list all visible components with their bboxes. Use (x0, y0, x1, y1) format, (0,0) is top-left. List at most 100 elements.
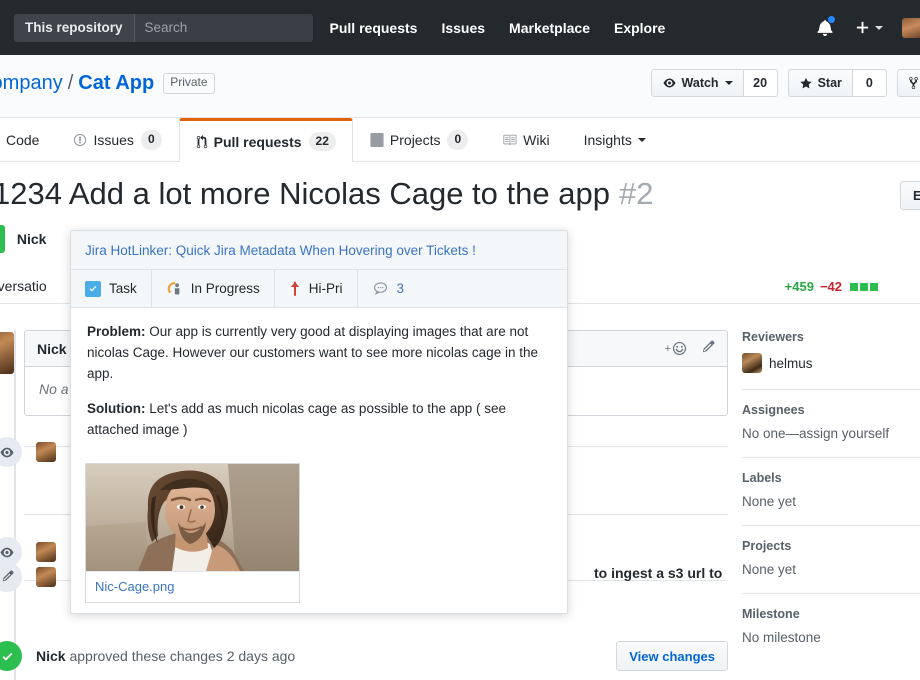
chevron-down-icon (637, 138, 646, 142)
breadcrumb-repo-name[interactable]: Cat App (78, 72, 154, 95)
search-bar[interactable]: This repository (14, 13, 313, 42)
tab-code-label: Code (6, 132, 40, 148)
tab-issues[interactable]: Issues 0 (56, 118, 178, 161)
timeline-event-partial-text: to ingest a s3 url to (594, 565, 723, 581)
timeline-event-edited (0, 561, 62, 593)
pencil-icon[interactable] (700, 340, 715, 358)
global-nav: Pull requests Issues Marketplace Explore (330, 20, 690, 36)
nav-issues[interactable]: Issues (441, 20, 485, 36)
fork-icon (908, 76, 919, 90)
popup-issue-comments: 3 (358, 270, 419, 307)
tab-code[interactable]: Code (0, 118, 56, 161)
nav-explore[interactable]: Explore (614, 20, 665, 36)
diff-blocks (850, 282, 878, 291)
popup-attachment-card[interactable]: Nic-Cage.png (85, 462, 300, 603)
notification-indicator-dot (827, 15, 836, 24)
emoji-icon[interactable]: + (665, 341, 687, 356)
create-new-button[interactable] (855, 20, 883, 35)
pull-request-author-name: Nick (16, 231, 47, 247)
notifications-button[interactable] (817, 15, 836, 36)
reviewer-item[interactable]: helmus (742, 353, 920, 373)
star-button[interactable]: Star (787, 69, 853, 97)
popup-solution-text: Let's add as much nicolas cage as possib… (87, 400, 507, 437)
repository-header: t Company / Cat App Private Watch 20 (0, 55, 920, 118)
eye-icon (662, 77, 677, 89)
user-avatar[interactable] (902, 17, 920, 38)
sidebar-assignees-value[interactable]: No one—assign yourself (742, 426, 920, 441)
star-count[interactable]: 0 (852, 69, 887, 97)
tab-conversation[interactable]: Conversatio (0, 278, 61, 303)
tab-wiki[interactable]: Wiki (485, 118, 566, 161)
visibility-badge: Private (163, 73, 215, 94)
approval-description: approved these changes 2 days ago (69, 648, 296, 664)
sidebar-section-labels: Labels None yet (742, 471, 920, 521)
fork-button[interactable]: Fork (896, 69, 920, 97)
jira-hotlinker-popup: Jira HotLinker: Quick Jira Metadata When… (70, 230, 568, 614)
issue-opened-icon (73, 133, 87, 147)
avatar (742, 353, 762, 373)
watch-button[interactable]: Watch (650, 69, 744, 97)
repository-actions: Watch 20 Star 0 For (641, 69, 920, 97)
breadcrumb-owner[interactable]: t Company (0, 72, 63, 95)
popup-issue-priority: Hi-Pri (275, 270, 358, 307)
watch-count[interactable]: 20 (743, 69, 778, 97)
review-approval-row: Nick approved these changes 2 days ago V… (0, 641, 728, 671)
divider (742, 593, 920, 594)
popup-issue-priority-label: Hi-Pri (308, 281, 343, 296)
repository-tab-nav: Code Issues 0 Pull requests 22 Projects … (0, 118, 920, 162)
sidebar-section-reviewers: Reviewers helmus (742, 330, 920, 385)
nav-marketplace[interactable]: Marketplace (509, 20, 590, 36)
tab-wiki-label: Wiki (523, 132, 550, 148)
check-icon (0, 641, 22, 671)
edit-title-button[interactable]: Ed (900, 181, 920, 210)
tab-projects[interactable]: Projects 0 (353, 118, 485, 161)
pull-request-meta: pen Nick (0, 225, 46, 253)
attachment-thumbnail[interactable] (86, 463, 299, 571)
approval-author: Nick (36, 648, 66, 664)
git-pull-request-icon (196, 134, 208, 149)
tab-projects-label: Projects (389, 132, 441, 148)
watch-button-group: Watch 20 (650, 69, 778, 97)
avatar (36, 442, 56, 462)
approval-text: Nick approved these changes 2 days ago (36, 648, 295, 664)
search-input[interactable] (134, 13, 313, 42)
plus-icon (856, 21, 869, 34)
status-badge: pen (0, 225, 5, 253)
comment-author-avatar[interactable] (0, 332, 14, 374)
popup-issue-type-label: Task (109, 281, 137, 296)
breadcrumb-separator: / (67, 72, 74, 94)
sidebar-milestone-value: No milestone (742, 630, 821, 645)
chevron-down-icon (875, 25, 883, 30)
tab-pull-requests-label: Pull requests (213, 133, 302, 150)
popup-solution-paragraph: Solution: Let's add as much nicolas cage… (87, 399, 551, 441)
watch-label: Watch (681, 76, 719, 90)
search-scope-selector[interactable]: This repository (14, 13, 135, 42)
book-icon (502, 133, 517, 147)
nav-pull-requests[interactable]: Pull requests (330, 20, 418, 36)
pull-request-sidebar: Reviewers helmus Assignees No one—assign… (742, 330, 920, 657)
global-header: This repository Pull requests Issues Mar… (0, 0, 920, 55)
popup-issue-status-label: In Progress (190, 281, 260, 296)
divider (742, 389, 920, 390)
view-changes-button[interactable]: View changes (616, 641, 728, 671)
page-title: P-1234 Add a lot more Nicolas Cage to th… (0, 175, 653, 212)
popup-metadata-row: Task In Progress Hi-Pri 3 (71, 270, 567, 308)
tab-pull-requests-count: 22 (308, 131, 336, 152)
nicolas-cage-photo (86, 463, 299, 571)
tab-insights[interactable]: Insights (567, 118, 663, 161)
header-right-actions (817, 0, 920, 55)
popup-title-link[interactable]: Jira HotLinker: Quick Jira Metadata When… (85, 243, 476, 258)
sidebar-labels-value: None yet (742, 494, 797, 509)
popup-issue-type: Task (71, 270, 152, 307)
sidebar-milestone-title: Milestone (742, 607, 800, 621)
pencil-icon (0, 562, 22, 592)
avatar (36, 542, 56, 562)
tab-pull-requests[interactable]: Pull requests 22 (178, 118, 353, 162)
star-icon (799, 77, 813, 90)
popup-problem-paragraph: Problem: Our app is currently very good … (87, 322, 551, 385)
in-progress-icon (166, 281, 183, 297)
pull-request-title-row: P-1234 Add a lot more Nicolas Cage to th… (0, 175, 920, 212)
attachment-filename[interactable]: Nic-Cage.png (86, 570, 299, 602)
task-checkbox-icon (85, 280, 101, 297)
timeline-event-review-requested-1 (0, 436, 62, 468)
